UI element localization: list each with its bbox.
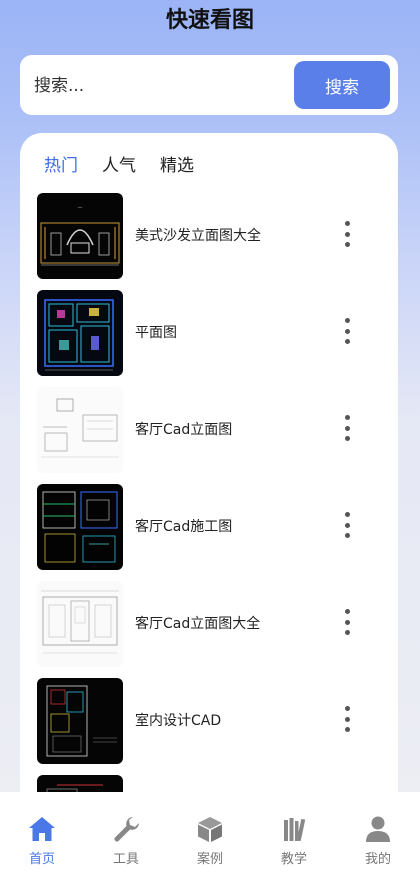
bottom-nav: 首页 工具 案例 教学 我的	[0, 792, 420, 881]
more-options-icon[interactable]	[337, 512, 357, 538]
more-options-icon[interactable]	[337, 221, 357, 247]
wrench-icon	[114, 817, 139, 842]
tab-popular[interactable]: 人气	[102, 151, 136, 176]
item-title: 客厅Cad立面图大全	[135, 616, 261, 632]
item-title: 美式沙发立面图大全	[135, 228, 261, 244]
drawing-list: — 美式沙发立面图大全 平面图 客厅Cad立面图 客厅Cad施工图 客厅Cad立…	[37, 191, 381, 833]
books-icon	[284, 818, 306, 842]
nav-label: 案例	[196, 852, 223, 867]
page-title: 快速看图	[165, 8, 254, 33]
nav-item-profile[interactable]: 我的	[336, 792, 420, 881]
tab-hot[interactable]: 热门	[44, 151, 78, 176]
list-item[interactable]: 客厅Cad立面图大全	[37, 579, 381, 676]
svg-text:—: —	[78, 205, 83, 211]
nav-label: 工具	[112, 852, 139, 867]
nav-label: 我的	[364, 852, 391, 867]
item-title: 平面图	[135, 325, 177, 341]
home-icon	[29, 817, 55, 841]
search-button[interactable]: 搜索	[294, 61, 390, 109]
nav-item-cases[interactable]: 案例	[168, 792, 252, 881]
drawing-thumbnail	[37, 581, 123, 667]
nav-item-tools[interactable]: 工具	[84, 792, 168, 881]
item-title: 室内设计CAD	[135, 713, 222, 729]
more-options-icon[interactable]	[337, 609, 357, 635]
person-icon	[366, 816, 390, 842]
search-input[interactable]	[32, 67, 291, 105]
drawing-thumbnail	[37, 290, 123, 376]
tab-bar: 热门 人气 精选	[44, 151, 194, 176]
drawing-thumbnail: —	[37, 193, 123, 279]
search-bar: 搜索	[20, 55, 398, 115]
content-card: 热门 人气 精选 — 美式沙发立面图大全 平面图 客厅Cad立面图 客厅Cad施…	[20, 133, 398, 833]
drawing-thumbnail	[37, 484, 123, 570]
nav-label: 首页	[28, 852, 55, 867]
drawing-thumbnail	[37, 387, 123, 473]
item-title: 客厅Cad施工图	[135, 519, 233, 535]
more-options-icon[interactable]	[337, 318, 357, 344]
cube-icon	[198, 817, 222, 842]
nav-item-teaching[interactable]: 教学	[252, 792, 336, 881]
list-item[interactable]: 客厅Cad施工图	[37, 482, 381, 579]
list-item[interactable]: — 美式沙发立面图大全	[37, 191, 381, 288]
drawing-thumbnail	[37, 678, 123, 764]
more-options-icon[interactable]	[337, 706, 357, 732]
item-title: 客厅Cad立面图	[135, 422, 233, 438]
list-item[interactable]: 客厅Cad立面图	[37, 385, 381, 482]
more-options-icon[interactable]	[337, 415, 357, 441]
list-item[interactable]: 平面图	[37, 288, 381, 385]
nav-item-home[interactable]: 首页	[0, 792, 84, 881]
nav-label: 教学	[280, 852, 307, 867]
tab-featured[interactable]: 精选	[160, 151, 194, 176]
list-item[interactable]: 室内设计CAD	[37, 676, 381, 773]
